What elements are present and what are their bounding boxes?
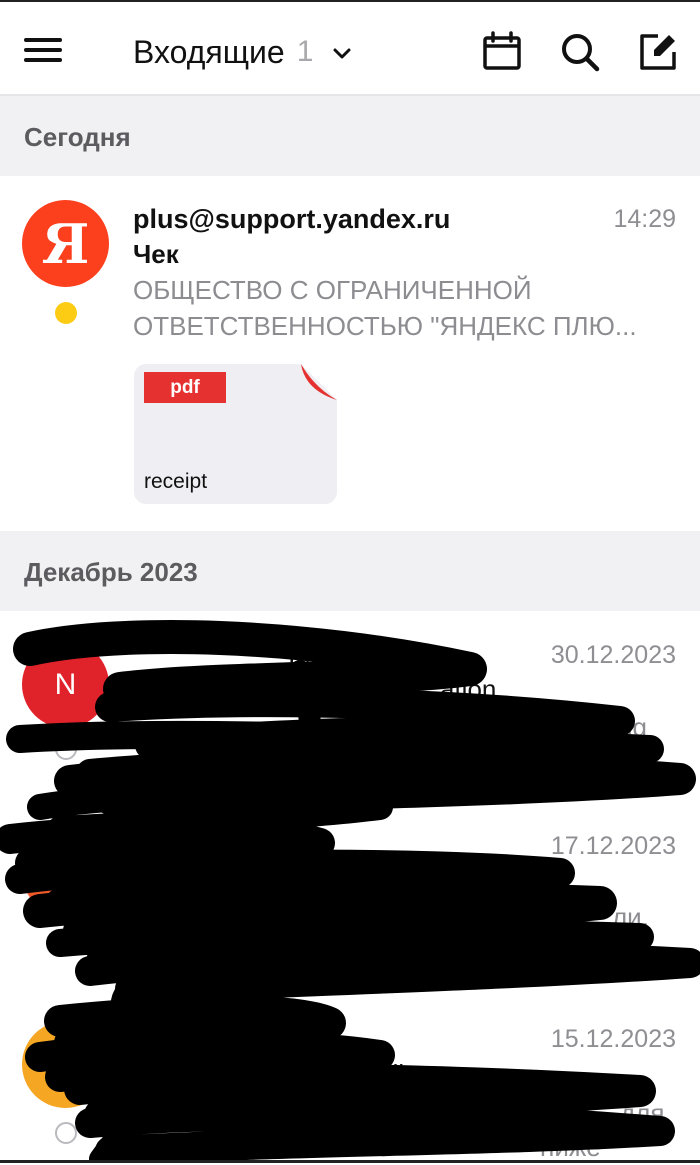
email-item[interactable]: ID 17.12.2023 принял ие ли, й снова — [0, 799, 700, 989]
email-item[interactable]: ГС 15.12.2023 email для ниже — [0, 989, 700, 1162]
email-subject: ation — [440, 674, 497, 704]
avatar-letter: ГС — [48, 1048, 83, 1080]
email-subject: Чек — [133, 239, 179, 269]
compose-icon[interactable] — [636, 30, 680, 74]
email-time: 14:29 — [613, 205, 676, 233]
avatar: N — [22, 641, 109, 728]
section-header-today: Сегодня — [0, 96, 700, 176]
email-snippet-line1: ли, — [612, 902, 649, 932]
avatar: ГС — [22, 1021, 109, 1108]
attachment-name: receipt — [144, 470, 208, 493]
email-snippet-line1: ОБЩЕСТВО С ОГРАНИЧЕННОЙ — [133, 275, 532, 305]
email-subject: принял ие — [320, 865, 443, 895]
avatar-letter: Я — [41, 211, 90, 276]
email-snippet-line1: ng — [618, 712, 647, 742]
attachment-receipt[interactable]: pdf receipt — [134, 364, 337, 504]
pdf-badge: pdf — [144, 372, 226, 403]
section-header-december: Декабрь 2023 — [0, 531, 700, 611]
calendar-icon[interactable] — [480, 30, 524, 74]
menu-icon[interactable] — [18, 32, 68, 68]
read-indicator[interactable] — [55, 738, 77, 760]
email-item[interactable]: N Inc 30.12.2023 ation ng ng Cl link bel… — [0, 611, 700, 799]
unread-indicator[interactable] — [55, 302, 77, 324]
top-bar: Входящие 1 — [0, 0, 700, 96]
email-time: 15.12.2023 — [550, 1025, 676, 1053]
folder-name: Входящие — [133, 33, 285, 70]
email-subject: email — [342, 1059, 405, 1089]
avatar — [22, 829, 109, 916]
email-snippet-line2: ng Cl link below to... — [133, 748, 366, 778]
unread-count: 1 — [296, 35, 314, 68]
search-icon[interactable] — [558, 30, 602, 74]
avatar: Я — [22, 200, 109, 287]
email-snippet-line2: ОТВЕТСТВЕННОСТЬЮ "ЯНДЕКС ПЛЮ... — [133, 311, 637, 341]
section-title: Декабрь 2023 — [24, 557, 198, 587]
sender: plus@support.yandex.ru — [133, 204, 451, 234]
email-item[interactable]: Я plus@support.yandex.ru 14:29 Чек ОБЩЕС… — [0, 176, 700, 531]
sender: ID — [232, 829, 259, 859]
chevron-down-icon — [333, 48, 351, 59]
page-fold-icon — [301, 364, 337, 400]
avatar-letter: N — [54, 667, 77, 701]
read-indicator[interactable] — [55, 1122, 77, 1144]
section-title: Сегодня — [24, 122, 131, 152]
sender: Inc — [288, 641, 325, 671]
folder-selector[interactable]: Входящие 1 — [133, 30, 351, 74]
email-time: 30.12.2023 — [550, 641, 676, 669]
email-snippet-line1: для — [620, 1098, 665, 1128]
read-indicator[interactable] — [55, 929, 77, 951]
email-time: 17.12.2023 — [550, 832, 676, 860]
email-snippet-line2: й снова — [236, 936, 328, 966]
